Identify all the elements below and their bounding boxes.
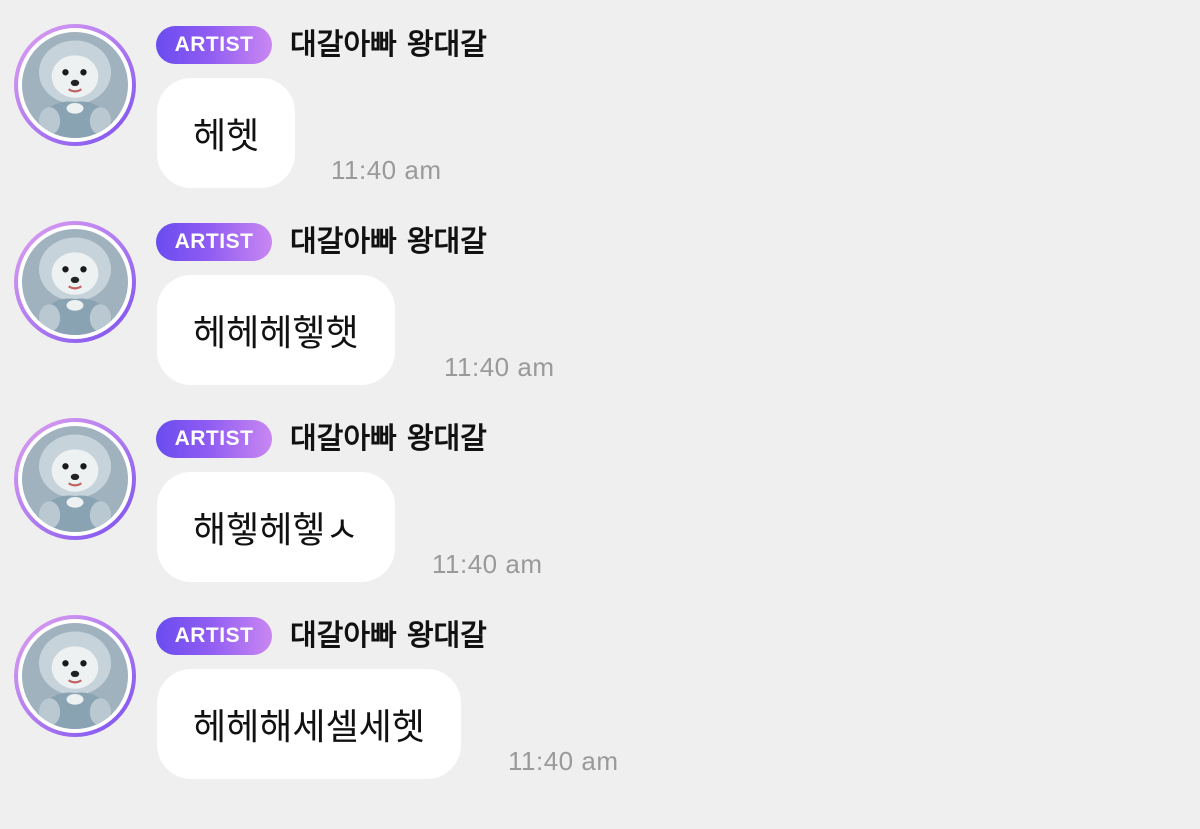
sender-name: 대갈아빠 왕대갈 [290, 421, 487, 455]
avatar[interactable] [14, 418, 136, 540]
message-bubble[interactable]: 헤헷 [157, 78, 296, 188]
sender-name: 대갈아빠 왕대갈 [290, 224, 487, 258]
chat-message: ARTIST 대갈아빠 왕대갈 헤헤헤헿햇 11:40 am [0, 197, 1200, 394]
message-bubble[interactable]: 헤헤해세셀세헷 [157, 669, 461, 779]
dog-avatar-icon [22, 623, 128, 729]
dog-avatar-icon [22, 32, 128, 138]
message-timestamp: 11:40 am [444, 352, 555, 382]
avatar[interactable] [14, 24, 136, 146]
message-timestamp: 11:40 am [331, 155, 442, 185]
chat-message: ARTIST 대갈아빠 왕대갈 헤헤해세셀세헷 11:40 am [0, 591, 1200, 788]
avatar[interactable] [14, 221, 136, 343]
sender-name: 대갈아빠 왕대갈 [290, 27, 487, 61]
dog-avatar-icon [22, 426, 128, 532]
sender-name: 대갈아빠 왕대갈 [290, 618, 487, 652]
artist-badge: ARTIST [156, 223, 272, 261]
message-bubble[interactable]: 헤헤헤헿햇 [157, 275, 395, 385]
avatar[interactable] [14, 615, 136, 737]
message-timestamp: 11:40 am [508, 746, 619, 776]
chat-message: ARTIST 대갈아빠 왕대갈 해헿헤헿ㅅ 11:40 am [0, 394, 1200, 591]
chat-thread: ARTIST 대갈아빠 왕대갈 헤헷 11:40 am ARTIST 대갈아빠 … [0, 0, 1200, 829]
chat-message: ARTIST 대갈아빠 왕대갈 헤헷 11:40 am [0, 0, 1200, 197]
artist-badge: ARTIST [156, 26, 272, 64]
artist-badge: ARTIST [156, 617, 272, 655]
dog-avatar-icon [22, 229, 128, 335]
message-bubble[interactable]: 해헿헤헿ㅅ [157, 472, 395, 582]
artist-badge: ARTIST [156, 420, 272, 458]
message-timestamp: 11:40 am [432, 549, 543, 579]
